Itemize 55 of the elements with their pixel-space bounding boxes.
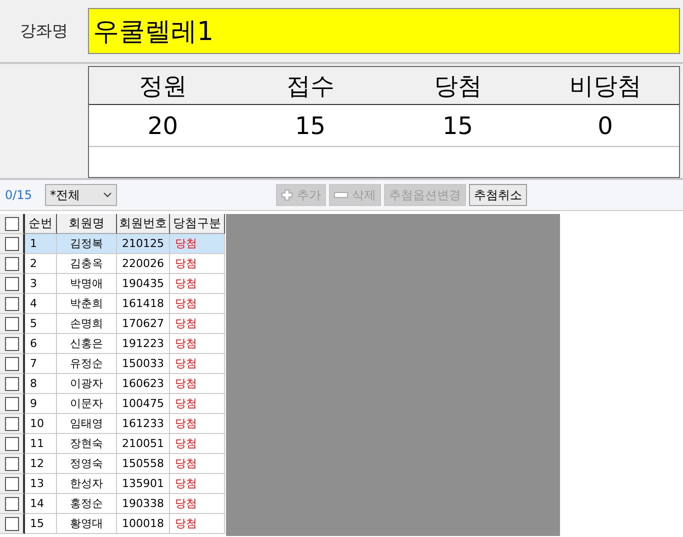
- table-row[interactable]: 4 박춘희 161418 당첨: [0, 294, 225, 314]
- course-label: 강좌명: [19, 20, 69, 42]
- table-row[interactable]: 3 박명애 190435 당첨: [0, 274, 225, 294]
- selection-count: 0/15: [5, 188, 33, 202]
- table-row[interactable]: 14 홍정순 190338 당첨: [0, 494, 225, 514]
- column-header[interactable]: 회원명: [57, 214, 117, 234]
- table-row[interactable]: 9 이문자 100475 당첨: [0, 394, 225, 414]
- row-checkbox[interactable]: [4, 456, 18, 470]
- table-row[interactable]: 7 유정순 150033 당첨: [0, 354, 225, 374]
- filter-dropdown[interactable]: *전체: [45, 184, 117, 206]
- table-row[interactable]: 12 정영숙 150558 당첨: [0, 454, 225, 474]
- table-row[interactable]: 8 이광자 160623 당첨: [0, 374, 225, 394]
- course-name-field[interactable]: 우쿨렐레1: [88, 8, 680, 54]
- column-header[interactable]: 회원번호: [117, 214, 170, 234]
- row-checkbox[interactable]: [4, 276, 18, 290]
- column-header[interactable]: 당첨구분: [170, 214, 225, 234]
- row-checkbox[interactable]: [4, 516, 18, 530]
- row-checkbox[interactable]: [4, 316, 18, 330]
- summary-header: 정원: [138, 70, 188, 102]
- row-checkbox[interactable]: [4, 256, 18, 270]
- row-checkbox[interactable]: [4, 416, 18, 430]
- table-row[interactable]: 2 김충옥 220026 당첨: [0, 254, 225, 274]
- row-checkbox[interactable]: [4, 336, 18, 350]
- minus-icon: [334, 192, 348, 198]
- row-checkbox[interactable]: [4, 356, 18, 370]
- table-cell: 15: [25, 514, 57, 534]
- table-cell: 100018: [117, 514, 170, 534]
- row-checkbox[interactable]: [4, 236, 18, 250]
- table-row[interactable]: 13 한성자 135901 당첨: [0, 474, 225, 494]
- toolbar-button[interactable]: 추첨취소: [469, 184, 527, 206]
- summary-value: 15: [441, 110, 474, 142]
- row-checkbox[interactable]: [4, 376, 18, 390]
- row-checkbox[interactable]: [4, 396, 18, 410]
- table-row[interactable]: 5 손명희 170627 당첨: [0, 314, 225, 334]
- row-checkbox[interactable]: [4, 296, 18, 310]
- summary-header: 비당첨: [568, 70, 642, 102]
- plus-icon: [281, 189, 293, 201]
- table-row[interactable]: 6 신홍은 191223 당첨: [0, 334, 225, 354]
- summary-header: 접수: [285, 70, 336, 102]
- table-row[interactable]: 1 김정복 210125 당첨: [0, 234, 225, 254]
- summary-value: 20: [146, 110, 180, 142]
- summary-header: 당첨: [432, 70, 483, 102]
- table-cell: 당첨: [170, 514, 225, 534]
- table-row[interactable]: 15 황영대 100018 당첨: [0, 514, 225, 534]
- row-checkbox[interactable]: [4, 436, 18, 450]
- column-header[interactable]: 순번: [25, 214, 57, 234]
- summary-value: 15: [294, 110, 327, 142]
- table-cell: 황영대: [57, 514, 117, 534]
- summary-value: 0: [596, 110, 614, 142]
- table-row[interactable]: 10 임태영 161233 당첨: [0, 414, 225, 434]
- row-checkbox[interactable]: [4, 496, 18, 510]
- row-checkbox[interactable]: [4, 476, 18, 490]
- caret-icon: [103, 192, 112, 198]
- select-all-checkbox[interactable]: [4, 216, 18, 230]
- table-row[interactable]: 11 장현숙 210051 당첨: [0, 434, 225, 454]
